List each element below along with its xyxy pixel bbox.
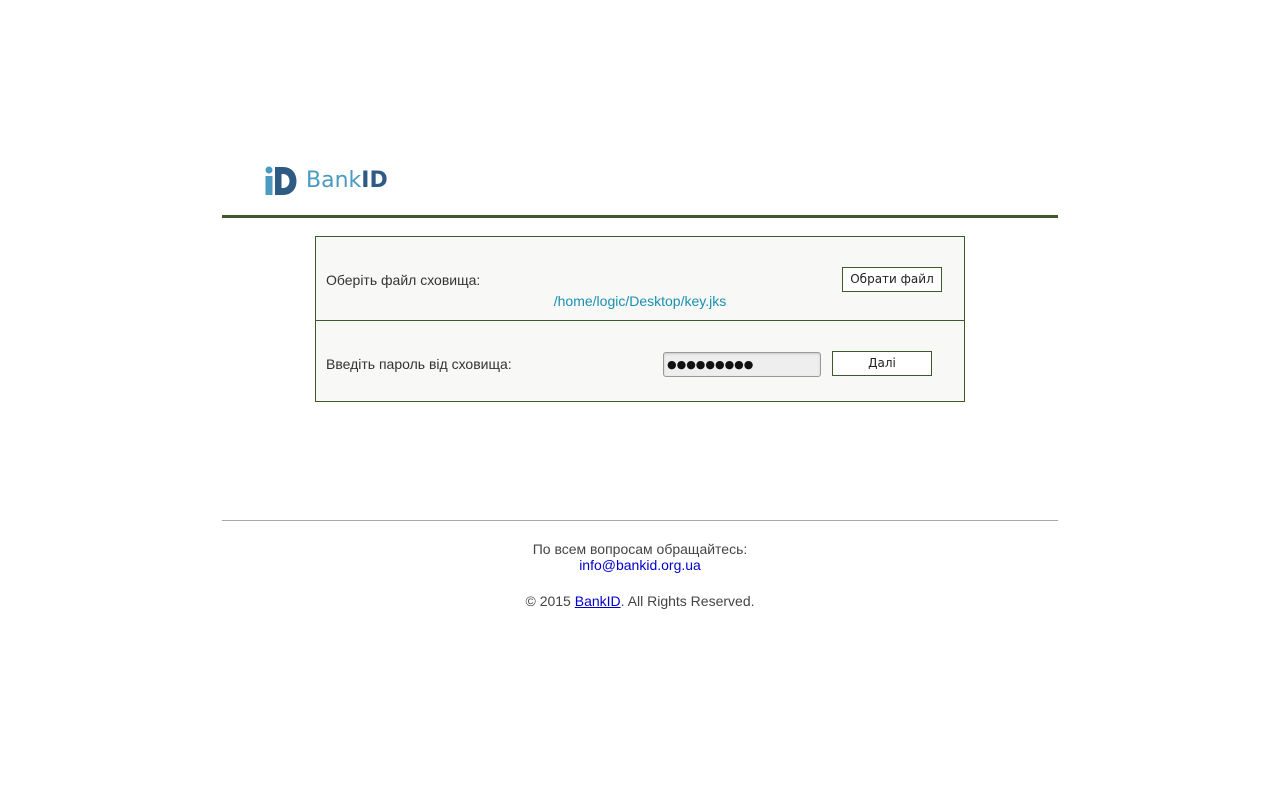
contact-text: По всем вопросам обращайтесь: <box>532 541 748 557</box>
page: BankID Оберіть файл сховища: Обрати файл… <box>0 0 1280 800</box>
next-button[interactable]: Далі <box>832 351 932 376</box>
footer: По всем вопросам обращайтесь: info@banki… <box>222 541 1058 609</box>
footer-divider <box>222 520 1058 521</box>
copyright: © 2015 BankID. All Rights Reserved. <box>222 593 1058 609</box>
copyright-prefix: © 2015 <box>525 593 575 609</box>
key-login-form: Оберіть файл сховища: Обрати файл /home/… <box>315 236 965 402</box>
password-row: Введіть пароль від сховища: ●●●●●●●●● Да… <box>316 321 964 401</box>
header: BankID <box>222 160 1058 218</box>
bankid-link[interactable]: BankID <box>575 593 621 609</box>
bankid-logo-icon <box>265 166 297 195</box>
selected-file-path: /home/logic/Desktop/key.jks <box>553 293 727 309</box>
contact-email-link[interactable]: info@bankid.org.ua <box>579 557 701 573</box>
logo-text-id: ID <box>361 168 388 193</box>
file-row: Оберіть файл сховища: Обрати файл /home/… <box>316 237 964 321</box>
choose-file-button[interactable]: Обрати файл <box>842 267 942 292</box>
password-input[interactable]: ●●●●●●●●● <box>663 352 821 377</box>
bankid-logo-text: BankID <box>306 166 388 196</box>
copyright-suffix: . All Rights Reserved. <box>620 593 755 609</box>
password-label: Введіть пароль від сховища: <box>326 356 512 372</box>
bankid-logo: BankID <box>264 166 388 196</box>
logo-text-bank: Bank <box>306 168 362 193</box>
file-label: Оберіть файл сховища: <box>326 272 481 288</box>
